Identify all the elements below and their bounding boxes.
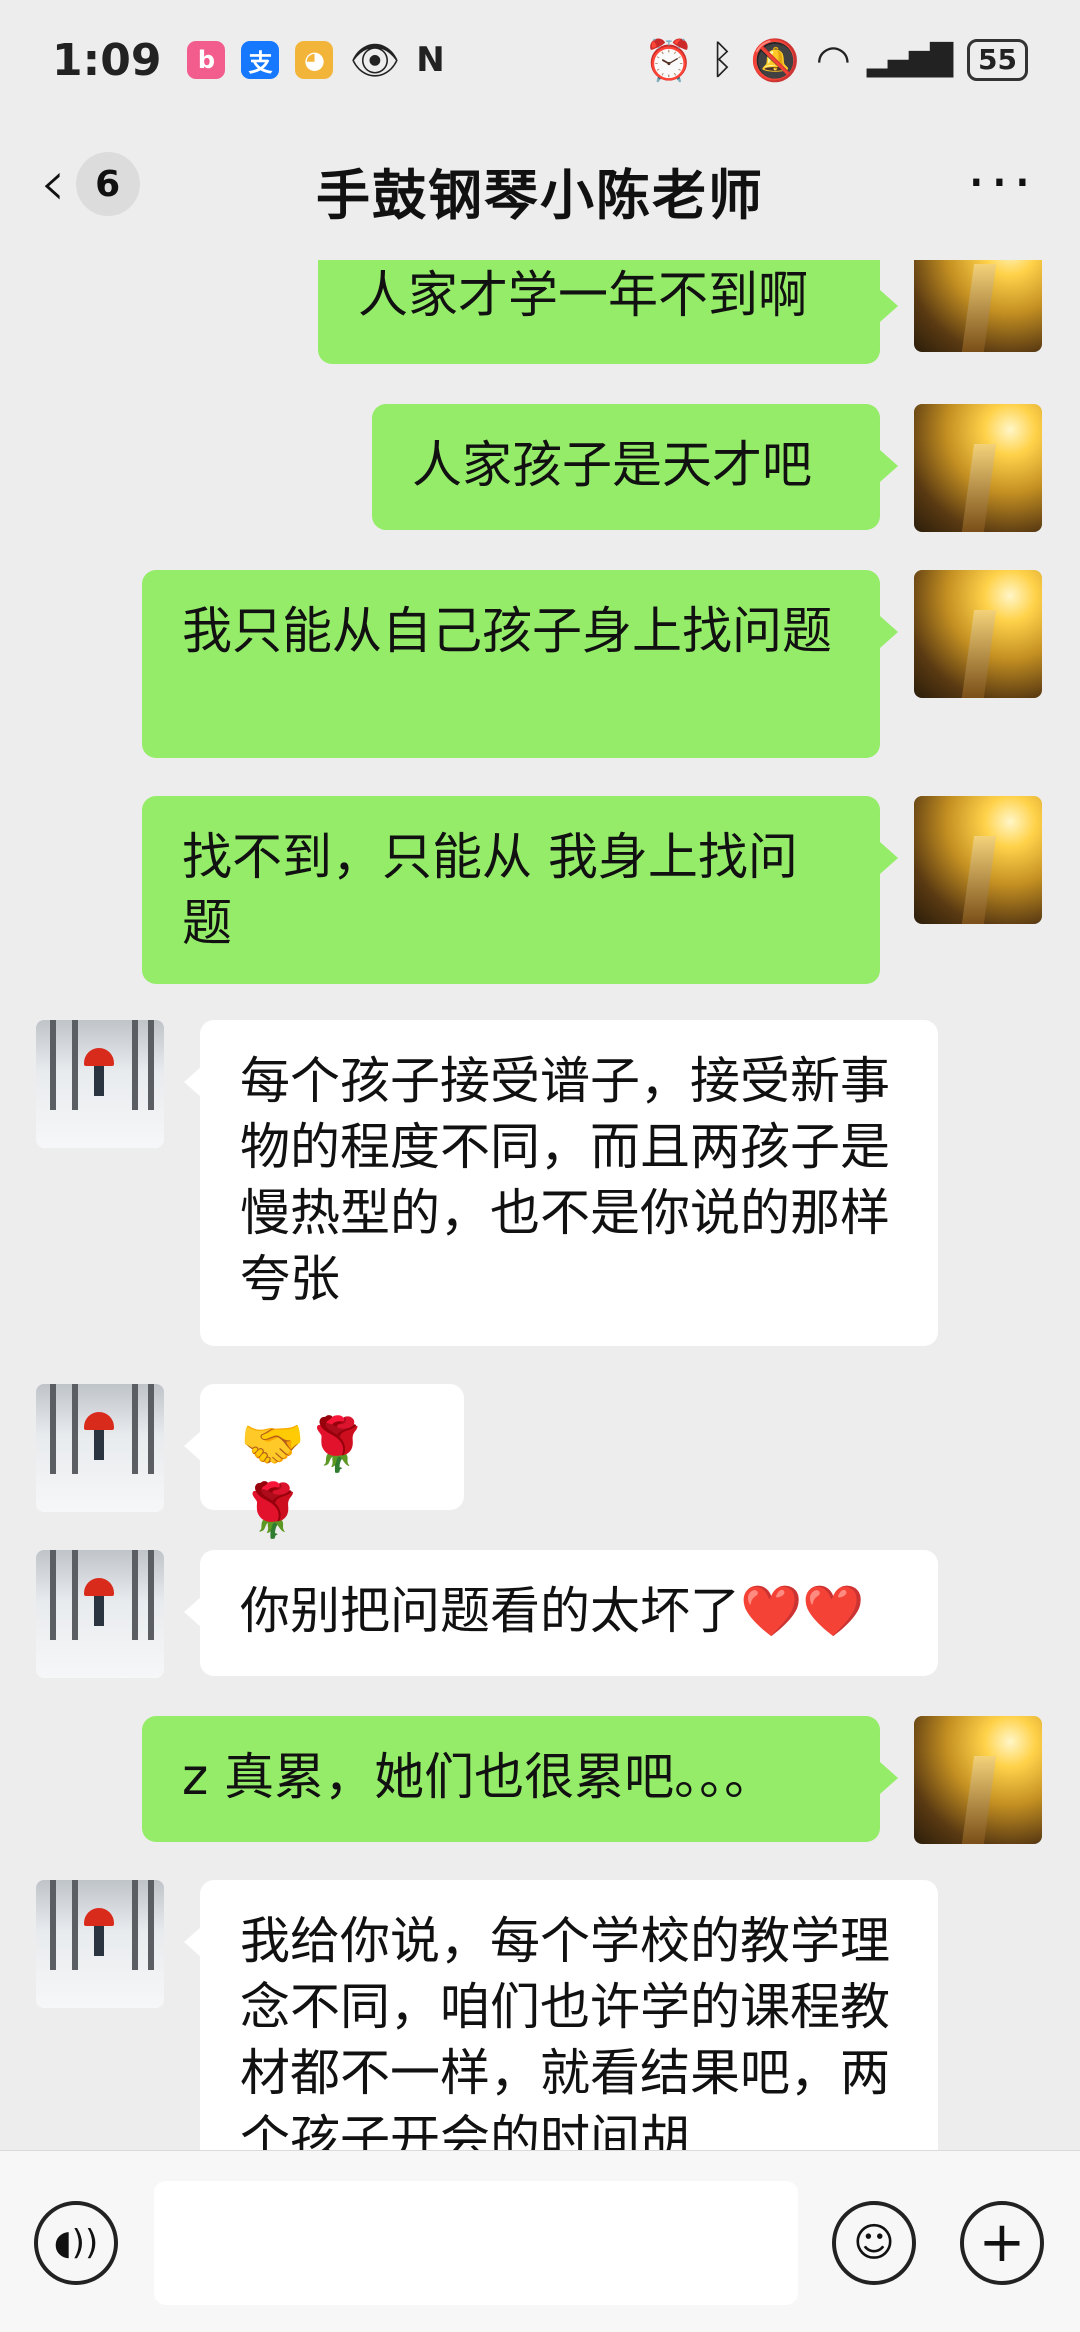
message-text: 人家孩子是天才吧 [412,436,812,494]
message-text: 每个孩子接受谱子，接受新事物的程度不同，而且两孩子是慢热型的，也不是你说的那样夸… [240,1052,890,1308]
message-bubble-received[interactable]: 每个孩子接受谱子，接受新事物的程度不同，而且两孩子是慢热型的，也不是你说的那样夸… [200,1020,938,1346]
message-text: 我只能从自己孩子身上找问题 [182,602,832,660]
message-bubble-sent[interactable]: 我只能从自己孩子身上找问题 [142,570,880,758]
message-text: 找不到，只能从 我身上找问题 [182,828,798,952]
status-left: 1:09 b 支 ◕ 👁 N [52,35,445,86]
message-text: 人家才学一年不到啊 [358,266,808,324]
message-bubble-sent[interactable]: z 真累，她们也很累吧。。。 [142,1716,880,1842]
message-text: z 真累，她们也很累吧。。。 [182,1748,775,1806]
message-bubble-sent[interactable]: 找不到，只能从 我身上找问题 [142,796,880,984]
avatar-contact[interactable] [36,1384,164,1512]
status-right: ⏰ ᛒ 🔕 ◠ ▂▄▆█ 55 [644,37,1028,84]
alarm-icon: ⏰ [644,37,695,84]
avatar-contact[interactable] [36,1550,164,1678]
bilibili-icon: b [187,41,226,79]
monkey-icon: ◕ [295,41,334,79]
signal-icon: ▂▄▆█ [866,42,953,78]
avatar-contact[interactable] [36,1880,164,2008]
chat-message-list[interactable]: 人家才学一年不到啊 人家孩子是天才吧 我只能从自己孩子身上找问题 找不到，只能从… [0,260,1080,2150]
avatar-self[interactable] [914,404,1042,532]
message-bubble-received[interactable]: 🤝🌹🌹 [200,1384,464,1541]
chat-header: ‹ 6 手鼓钢琴小陈老师 ··· [0,120,1080,260]
voice-input-button[interactable]: ◖)) [34,2201,118,2285]
battery-indicator: 55 [967,39,1028,81]
bubble-tail [880,616,898,648]
bubble-tail [880,1762,898,1794]
more-options-button[interactable]: ··· [967,153,1036,213]
voice-icon: ◖)) [53,2223,99,2263]
message-input[interactable] [154,2181,798,2305]
avatar-self[interactable] [914,260,1042,352]
status-time: 1:09 [52,34,162,86]
message-text: 我给你说，每个学校的教学理念不同，咱们也许学的课程教材都不一样，就看结果吧，两个… [240,1912,890,2150]
bubble-tail [880,290,898,322]
unread-count-badge: 6 [75,152,140,216]
smiley-icon: ☺ [853,2220,895,2266]
message-bubble-received[interactable]: 我给你说，每个学校的教学理念不同，咱们也许学的课程教材都不一样，就看结果吧，两个… [200,1880,938,2150]
message-bubble-sent[interactable]: 人家孩子是天才吧 [372,404,880,530]
bluetooth-icon: ᛒ [710,37,735,83]
wifi-icon: ◠ [815,37,851,83]
message-bubble-received[interactable]: 你别把问题看的太坏了❤️❤️ [200,1550,938,1676]
avatar-contact[interactable] [36,1020,164,1148]
mute-icon: 🔕 [750,37,800,84]
emoji-button[interactable]: ☺ [832,2201,916,2285]
back-button[interactable]: ‹ 6 [40,152,140,216]
alipay-icon: 支 [241,41,280,79]
message-bubble-sent[interactable]: 人家才学一年不到啊 [318,260,880,364]
chevron-left-icon: ‹ [40,147,66,221]
emoji-message: 🤝🌹🌹 [240,1415,370,1541]
bubble-tail [880,842,898,874]
bubble-tail [880,450,898,482]
plus-icon: + [978,2210,1026,2275]
avatar-self[interactable] [914,570,1042,698]
more-actions-button[interactable]: + [960,2201,1044,2285]
chat-title: 手鼓钢琴小陈老师 [316,163,764,227]
status-bar: 1:09 b 支 ◕ 👁 N ⏰ ᛒ 🔕 ◠ ▂▄▆█ 55 [0,0,1080,120]
avatar-self[interactable] [914,1716,1042,1844]
chat-input-bar: ◖)) ☺ + [0,2150,1080,2332]
eye-icon: 👁 [349,37,401,84]
message-text: 你别把问题看的太坏了❤️❤️ [240,1582,865,1640]
avatar-self[interactable] [914,796,1042,924]
nfc-icon: N [416,40,445,80]
